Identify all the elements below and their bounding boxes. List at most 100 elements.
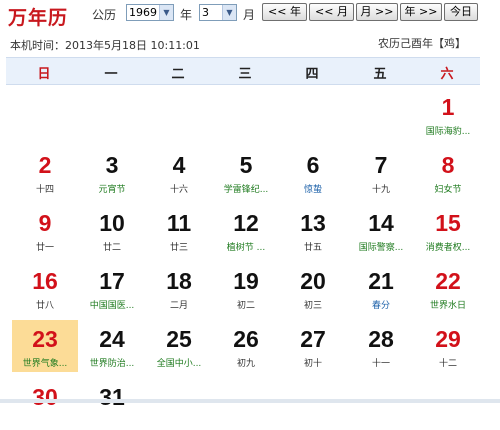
day-number: 4 (172, 152, 186, 178)
day-note: 元宵节 (98, 185, 126, 195)
day-note: 妇女节 (434, 185, 462, 195)
day-note: 初二 (236, 301, 255, 311)
year-unit-label: 年 (180, 8, 193, 22)
day-note: 初三 (303, 301, 322, 311)
day-note: 十四 (35, 185, 54, 195)
day-note: 春分 (371, 301, 390, 311)
day-cell[interactable]: 29 十二 (415, 320, 481, 372)
day-number: 13 (300, 210, 326, 236)
day-number: 11 (166, 210, 192, 236)
local-time-label: 本机时间： (10, 39, 65, 52)
day-number: 7 (374, 152, 388, 178)
calendar-type-label: 公历 (92, 8, 117, 22)
day-cell[interactable]: 7 十九 (348, 146, 414, 198)
chevron-down-icon[interactable]: ▼ (222, 5, 236, 20)
day-number: 12 (233, 210, 259, 236)
day-number: 30 (32, 384, 58, 410)
day-note: 廿五 (303, 243, 322, 253)
local-time-value: 2013年5月18日 10:11:01 (65, 39, 200, 52)
day-cell[interactable]: 4 十六 (146, 146, 212, 198)
weekday-label: 六 (440, 67, 454, 82)
day-cell[interactable]: 21 春分 (348, 262, 414, 314)
day-cell[interactable]: 16 廿八 (12, 262, 78, 314)
day-number: 22 (435, 268, 461, 294)
day-cell[interactable]: 22 世界水日 (415, 262, 481, 314)
day-cell[interactable]: 11 廿三 (146, 204, 212, 256)
lunar-year: 农历己酉年【鸡】 (378, 37, 466, 50)
day-cell[interactable]: 6 惊蛰 (280, 146, 346, 198)
day-cell[interactable]: 30 (12, 378, 78, 430)
day-note: 世界水日 (429, 301, 466, 311)
day-cell[interactable]: 19 初二 (213, 262, 279, 314)
day-number: 19 (233, 268, 259, 294)
day-number: 27 (300, 326, 326, 352)
day-cell[interactable]: 18 二月 (146, 262, 212, 314)
day-cell[interactable]: 2 十四 (12, 146, 78, 198)
weekday-label: 二 (171, 67, 185, 82)
day-number: 16 (32, 268, 58, 294)
today-button[interactable]: 今日 (444, 3, 478, 21)
day-cell[interactable]: 15 消费者权... (415, 204, 481, 256)
day-number: 5 (239, 152, 253, 178)
day-number: 9 (38, 210, 52, 236)
day-note: 廿二 (102, 243, 121, 253)
day-note: 植树节 ... (226, 243, 266, 253)
day-number: 8 (441, 152, 455, 178)
day-note: 十六 (169, 185, 188, 195)
day-number: 1 (441, 94, 455, 120)
next-month-button[interactable]: 月 >> (356, 3, 398, 21)
day-cell[interactable]: 31 (79, 378, 145, 430)
day-number: 14 (368, 210, 394, 236)
day-number: 2 (38, 152, 52, 178)
day-note: 十九 (371, 185, 390, 195)
day-cell[interactable]: 23 世界气象... (12, 320, 78, 372)
day-cell[interactable]: 24 世界防治... (79, 320, 145, 372)
day-note: 十二 (438, 359, 457, 369)
day-cell[interactable]: 27 初十 (280, 320, 346, 372)
weekday-label: 四 (305, 67, 319, 82)
day-number: 18 (166, 268, 192, 294)
day-note: 全国中小... (156, 359, 202, 369)
day-note: 二月 (169, 301, 188, 311)
prev-year-button[interactable]: << 年 (262, 3, 307, 21)
month-select-value: 3 (202, 6, 209, 19)
local-time: 本机时间：2013年5月18日 10:11:01 (10, 37, 200, 53)
day-cell[interactable]: 9 廿一 (12, 204, 78, 256)
app-title: 万年历 (8, 7, 69, 29)
day-cell[interactable]: 8 妇女节 (415, 146, 481, 198)
month-select[interactable]: 3 ▼ (199, 4, 237, 21)
day-note: 廿八 (35, 301, 54, 311)
day-cell[interactable]: 20 初三 (280, 262, 346, 314)
day-note: 学雷锋纪... (223, 185, 269, 195)
month-unit-label: 月 (243, 8, 256, 22)
day-note: 廿一 (35, 243, 54, 253)
day-cell[interactable]: 13 廿五 (280, 204, 346, 256)
weekday-header: 日一二三四五六 (6, 57, 480, 85)
chevron-down-icon[interactable]: ▼ (159, 5, 173, 20)
day-cell[interactable]: 10 廿二 (79, 204, 145, 256)
day-cell[interactable]: 25 全国中小... (146, 320, 212, 372)
day-number: 31 (99, 384, 125, 410)
day-number: 17 (99, 268, 125, 294)
day-number: 29 (435, 326, 461, 352)
day-cell[interactable]: 12 植树节 ... (213, 204, 279, 256)
day-number: 6 (306, 152, 320, 178)
day-note: 中国国医... (89, 301, 135, 311)
day-cell[interactable]: 26 初九 (213, 320, 279, 372)
year-select[interactable]: 1969 ▼ (126, 4, 174, 21)
year-select-value: 1969 (129, 6, 157, 19)
day-number: 3 (105, 152, 119, 178)
prev-month-button[interactable]: << 月 (309, 3, 354, 21)
day-cell[interactable]: 28 十一 (348, 320, 414, 372)
day-cell[interactable]: 14 国际警察... (348, 204, 414, 256)
day-cell[interactable]: 5 学雷锋纪... (213, 146, 279, 198)
day-cell[interactable]: 1 国际海豹... (415, 88, 481, 140)
day-note: 国际海豹... (425, 127, 471, 137)
next-year-button[interactable]: 年 >> (400, 3, 442, 21)
day-number: 15 (435, 210, 461, 236)
day-cell[interactable]: 3 元宵节 (79, 146, 145, 198)
day-number: 20 (300, 268, 326, 294)
horizontal-scrollbar[interactable] (0, 399, 500, 403)
day-cell[interactable]: 17 中国国医... (79, 262, 145, 314)
weekday-label: 五 (373, 67, 387, 82)
